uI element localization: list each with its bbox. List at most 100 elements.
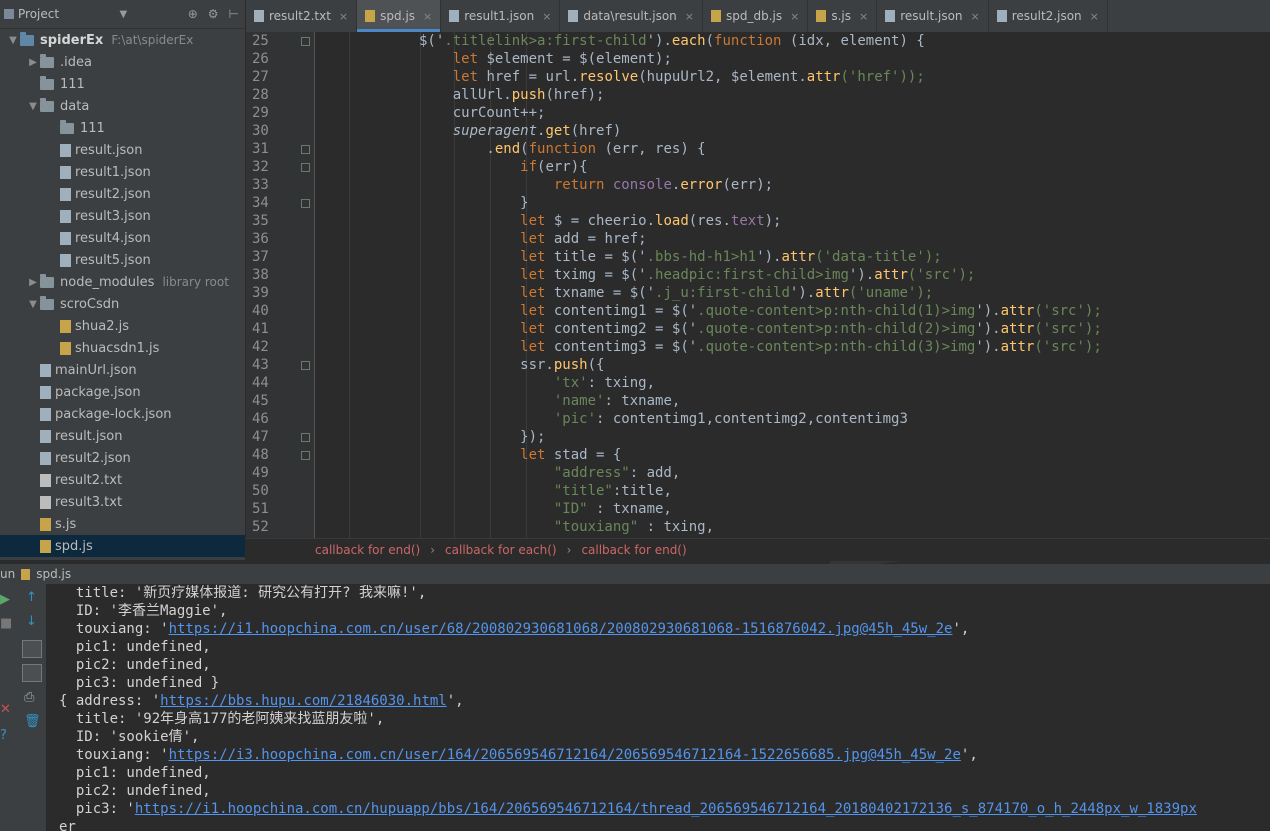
editor-tab[interactable]: result2.json × [989,0,1108,32]
tree-item[interactable]: result2.txt [0,469,245,491]
run-toolbar: ▶ ■ ↑ ↓ ⎙ 🗑 ✕ ? [0,584,46,831]
tree-item[interactable]: ▼ scroCsdn [0,293,245,315]
code-token: return [553,177,605,193]
tree-item[interactable]: 111 [0,73,245,95]
fold-marker-icon[interactable] [301,433,310,442]
run-config-name[interactable]: spd.js [36,567,71,581]
breadcrumb-item[interactable]: callback for end() [581,543,686,557]
hide-panel-icon[interactable]: ⊢ [229,7,239,21]
console-link[interactable]: https://i1.hoopchina.com.cn/hupuapp/bbs/… [135,801,1197,817]
tree-item[interactable]: result.json [0,425,245,447]
tree-item[interactable]: result.json [0,139,245,161]
console-line: ID: 'sookie倩', [46,728,1270,746]
tree-item[interactable]: package.json [0,381,245,403]
fold-marker-icon[interactable] [301,163,310,172]
console-link[interactable]: https://i1.hoopchina.com.cn/user/68/2008… [169,621,953,637]
tree-item[interactable]: ▼ data [0,95,245,117]
line-number: 39 [252,285,269,301]
tree-item[interactable]: shuacsdn1.js [0,337,245,359]
tree-item-extra: library root [162,275,229,289]
fold-marker-icon[interactable] [301,451,310,460]
fold-marker-icon[interactable] [301,199,310,208]
expand-arrow-icon[interactable]: ▼ [6,35,20,46]
tree-item[interactable]: ▶ node_modules library root [0,271,245,293]
breadcrumb-item[interactable]: callback for end() [315,543,420,557]
rerun-icon[interactable]: ▶ [0,592,10,607]
close-tab-icon[interactable]: × [339,10,348,23]
close-tab-icon[interactable]: × [1090,10,1099,23]
line-number: 32 [252,159,269,175]
editor-tab[interactable]: result.json × [877,0,989,32]
tree-item[interactable]: result5.json [0,249,245,271]
help-icon[interactable]: ? [0,728,7,743]
editor-tab[interactable]: spd.js × [357,0,442,32]
console-output[interactable]: title: '新页疗媒体报道: 研究公有打开? 我来嘛!', ID: '李香兰… [46,584,1270,831]
scroll-down-icon[interactable]: ↓ [26,614,37,629]
tree-item[interactable]: package-lock.json [0,403,245,425]
tree-item[interactable]: 111 [0,117,245,139]
editor-tab[interactable]: result2.txt × [246,0,358,32]
code-token: (href) [570,123,622,139]
close-icon[interactable]: ✕ [0,702,11,717]
close-tab-icon[interactable]: × [542,10,551,23]
code-token: ('src'); [1034,339,1102,355]
editor-tab[interactable]: spd_db.js × [703,0,809,32]
code-token: text [730,213,765,229]
scroll-up-icon[interactable]: ↑ [26,590,37,605]
line-number: 40 [252,303,269,319]
stop-icon[interactable]: ■ [0,616,12,631]
tree-item[interactable]: result1.json [0,161,245,183]
console-link[interactable]: https://i3.hoopchina.com.cn/user/164/206… [169,747,961,763]
tree-item[interactable]: ▼ spiderEx F:\at\spiderEx [0,29,245,51]
breadcrumb-item[interactable]: callback for each() [445,543,557,557]
editor-tab[interactable]: result1.json × [441,0,561,32]
close-tab-icon[interactable]: × [423,10,432,23]
tree-item[interactable]: result3.txt [0,491,245,513]
tree-item[interactable]: result3.json [0,205,245,227]
project-panel-title[interactable]: Project [18,7,59,21]
collapse-arrow-icon[interactable]: ▶ [26,57,40,68]
console-link[interactable]: https://bbs.hupu.com/21846030.html [160,693,447,709]
code-line: let txname = $('.j_u:first-child').attr(… [419,284,1102,302]
fold-marker-icon[interactable] [301,145,310,154]
close-tab-icon[interactable]: × [685,10,694,23]
expand-arrow-icon[interactable]: ▼ [26,299,40,310]
tree-item[interactable]: s.js [0,513,245,535]
tree-item-label: result2.json [75,186,151,202]
soft-wrap-icon[interactable] [22,640,42,658]
code-token: '). [848,267,875,283]
tree-item[interactable]: result2.json [0,183,245,205]
code-editor[interactable]: 25 26 27 28 29 30 31 32 33 34 35 36 37 38 39 40 41 42 43 44… [246,32,1270,538]
tree-item[interactable]: mainUrl.json [0,359,245,381]
tree-item[interactable]: spd.js [0,535,245,557]
code-token: : txing, [587,375,656,391]
run-tab-label[interactable]: un [0,567,15,581]
dropdown-icon[interactable]: ▼ [120,9,128,20]
expand-arrow-icon[interactable]: ▼ [26,101,40,112]
close-tab-icon[interactable]: × [790,10,799,23]
fold-marker-icon[interactable] [301,37,310,46]
tree-item-label: node_modules [60,274,155,290]
code-area[interactable]: $('.titlelink>a:first-child').each(funct… [419,32,1102,536]
scroll-to-end-icon[interactable] [22,664,42,682]
editor-tab[interactable]: data\result.json × [560,0,703,32]
tree-item[interactable]: ▶ .idea [0,51,245,73]
collapse-all-icon[interactable]: ⊕ [188,7,198,21]
editor-tab[interactable]: s.js × [808,0,878,32]
tree-item-label: mainUrl.json [55,362,137,378]
tree-item[interactable]: result2.json [0,447,245,469]
close-tab-icon[interactable]: × [859,10,868,23]
code-token: "ID" [553,501,588,517]
console-line: touxiang: 'https://i3.hoopchina.com.cn/u… [46,746,1270,764]
gear-icon[interactable]: ⚙ [208,7,219,21]
code-line: "ID" : txname, [419,500,1102,518]
tree-item[interactable]: result4.json [0,227,245,249]
tree-item[interactable]: shua2.js [0,315,245,337]
collapse-arrow-icon[interactable]: ▶ [26,277,40,288]
print-icon[interactable]: ⎙ [24,690,34,705]
fold-marker-icon[interactable] [301,361,310,370]
code-token: txname = $(' [545,285,656,301]
close-tab-icon[interactable]: × [971,10,980,23]
trash-icon[interactable]: 🗑 [24,714,41,729]
